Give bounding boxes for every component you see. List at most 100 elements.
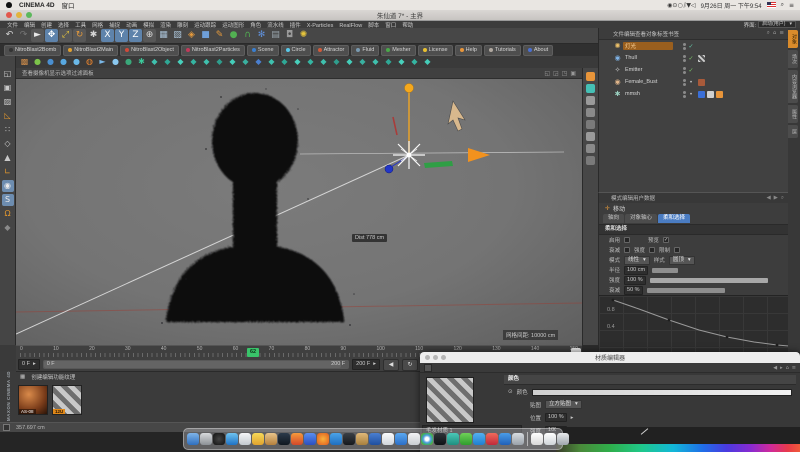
object-tag[interactable] <box>707 91 714 98</box>
plugin-icon[interactable]: ◆ <box>356 56 369 68</box>
make-editable-icon[interactable]: ◱ <box>2 68 14 80</box>
plugin-icon[interactable]: ◆ <box>174 56 187 68</box>
move-gizmo[interactable] <box>385 84 490 174</box>
plugin-icon[interactable]: ● <box>70 56 83 68</box>
object-name[interactable]: Female_Bust <box>623 79 673 85</box>
search-icon[interactable]: ⌕ <box>781 195 784 202</box>
radius-value[interactable]: 100 cm <box>624 266 648 275</box>
dock-app-icon[interactable] <box>343 433 355 445</box>
viewport-canvas[interactable]: Dist 778 cm 网格间距: 10000 cm <box>16 79 582 345</box>
preview-checkbox[interactable]: ✓ <box>663 237 669 243</box>
plugin-icon[interactable]: ◍ <box>83 56 96 68</box>
plugin-icon[interactable]: ● <box>31 56 44 68</box>
object-name[interactable]: 灯光 <box>623 42 673 50</box>
viewport-menu-item[interactable]: 显示 <box>50 71 61 77</box>
object-row[interactable]: ✺ 灯光 ✓ <box>599 40 788 52</box>
dock-app-icon[interactable] <box>330 433 342 445</box>
strength-value[interactable]: 100 % <box>624 276 646 285</box>
plugin-tab[interactable]: Fluid <box>351 45 379 56</box>
attr-menu-item[interactable]: 用户数据 <box>633 196 655 202</box>
panel-tab[interactable]: 对象 <box>788 30 798 48</box>
falloff-checkbox[interactable] <box>624 247 630 253</box>
map-select[interactable]: 立方贴图 ▾ <box>545 400 582 409</box>
attribute-tab[interactable]: 柔和选择 <box>658 214 690 223</box>
enable-check-icon[interactable]: • <box>686 91 696 98</box>
go-to-start-button[interactable]: ◀ <box>383 359 399 371</box>
edges-mode-icon[interactable]: ◇ <box>2 138 14 150</box>
decay-slider[interactable] <box>647 288 725 293</box>
viewport-menu-item[interactable]: 选项 <box>61 71 72 77</box>
enable-check-icon[interactable]: ✓ <box>686 55 696 62</box>
om-menu-item[interactable]: 书签 <box>668 32 679 38</box>
plugin-tab[interactable]: Tutorials <box>484 45 521 56</box>
texture-mode-icon[interactable]: ▨ <box>2 96 14 108</box>
dock-app-icon[interactable] <box>395 433 407 445</box>
status-checkbox[interactable] <box>3 424 10 431</box>
om-menu-item[interactable]: 编辑 <box>624 32 635 38</box>
param-value[interactable]: 100 % <box>545 413 567 422</box>
viewport-layout-icon[interactable]: ▣ <box>570 70 576 77</box>
plugin-tab[interactable]: NitroBlast2Bomb <box>4 45 61 56</box>
plugin-tab[interactable]: Mesher <box>381 45 415 56</box>
lock-z-icon[interactable]: Z <box>129 29 142 42</box>
material-preview[interactable] <box>426 377 474 423</box>
plugin-tab[interactable]: License <box>418 45 453 56</box>
plugin-icon[interactable]: ◆ <box>330 56 343 68</box>
render-picture-icon[interactable]: ▧ <box>171 29 184 42</box>
object-name[interactable]: Emitter <box>623 67 673 73</box>
plugin-icon[interactable]: ● <box>57 56 70 68</box>
object-tag[interactable] <box>707 79 714 86</box>
material-menu-item[interactable]: 功能 <box>53 375 64 381</box>
rotate-tool-icon[interactable]: ↻ <box>73 29 86 42</box>
plugin-icon[interactable]: ◆ <box>278 56 291 68</box>
dock-app-icon[interactable] <box>200 433 212 445</box>
live-selection-icon[interactable]: ► <box>31 29 44 42</box>
object-row[interactable]: ✱ mmsh • <box>599 88 788 100</box>
frame-range-slider[interactable]: 0 F 200 F <box>43 360 349 369</box>
plugin-tab[interactable]: Attractor <box>313 45 350 56</box>
falloff-curve[interactable]: 0.8 0.4 <box>599 295 788 352</box>
lock-x-icon[interactable]: X <box>101 29 114 42</box>
object-tag[interactable] <box>707 55 714 62</box>
plugin-icon[interactable]: ◆ <box>187 56 200 68</box>
light-center[interactable] <box>407 153 412 158</box>
panel-tab[interactable]: 场次 <box>788 50 798 68</box>
plugin-icon[interactable]: ◆ <box>421 56 434 68</box>
panel-icon[interactable] <box>586 144 595 153</box>
dock-app-icon[interactable] <box>408 433 420 445</box>
nav-forward-icon[interactable]: ▶ <box>774 195 778 202</box>
om-menu-item[interactable]: 对象 <box>646 32 657 38</box>
attr-menu-item[interactable]: 模式 <box>611 196 622 202</box>
plugin-icon[interactable]: ✱ <box>135 56 148 68</box>
render-settings-icon[interactable]: ◈ <box>185 29 198 42</box>
object-tag[interactable] <box>707 67 714 74</box>
enable-check-icon[interactable]: ✓ <box>686 67 696 74</box>
panel-icon[interactable] <box>586 96 595 105</box>
dock-extra-icon[interactable] <box>531 433 543 445</box>
apple-logo-icon[interactable] <box>6 2 12 8</box>
grid-icon[interactable]: ▦ <box>20 374 25 380</box>
plugin-icon[interactable]: ◆ <box>382 56 395 68</box>
stepper-icons[interactable]: ▸ <box>33 360 36 369</box>
color-spectrum-bar[interactable] <box>556 444 800 452</box>
attribute-tab[interactable]: 对象轴心 <box>625 214 657 223</box>
playhead[interactable]: 62 <box>247 348 259 357</box>
object-tag[interactable] <box>698 43 705 50</box>
window-titlebar[interactable]: 朱仙道 7* - 主界 <box>0 10 800 21</box>
om-menu-item[interactable]: 文件 <box>613 32 624 38</box>
viewport-menu-item[interactable]: 摄像机 <box>33 71 50 77</box>
points-mode-icon[interactable]: ∷ <box>2 124 14 136</box>
lock-y-icon[interactable]: Y <box>115 29 128 42</box>
current-frame-field[interactable]: 0 F ▸ <box>18 359 40 370</box>
object-tag[interactable] <box>716 55 723 62</box>
render-view-icon[interactable]: ▦ <box>157 29 170 42</box>
strength-slider[interactable] <box>650 278 768 283</box>
plugin-tab[interactable]: About <box>523 45 553 56</box>
interface-select[interactable]: 启动(用户) ▾ <box>758 21 796 28</box>
plugin-icon[interactable]: ◆ <box>213 56 226 68</box>
viewport-menu-item[interactable]: 面板 <box>83 71 94 77</box>
dock-app-icon[interactable] <box>304 433 316 445</box>
me-toolbar-icon[interactable]: ≡ <box>792 365 796 371</box>
object-name[interactable]: Thull <box>623 55 673 61</box>
dock-extra-icon[interactable] <box>557 433 569 445</box>
